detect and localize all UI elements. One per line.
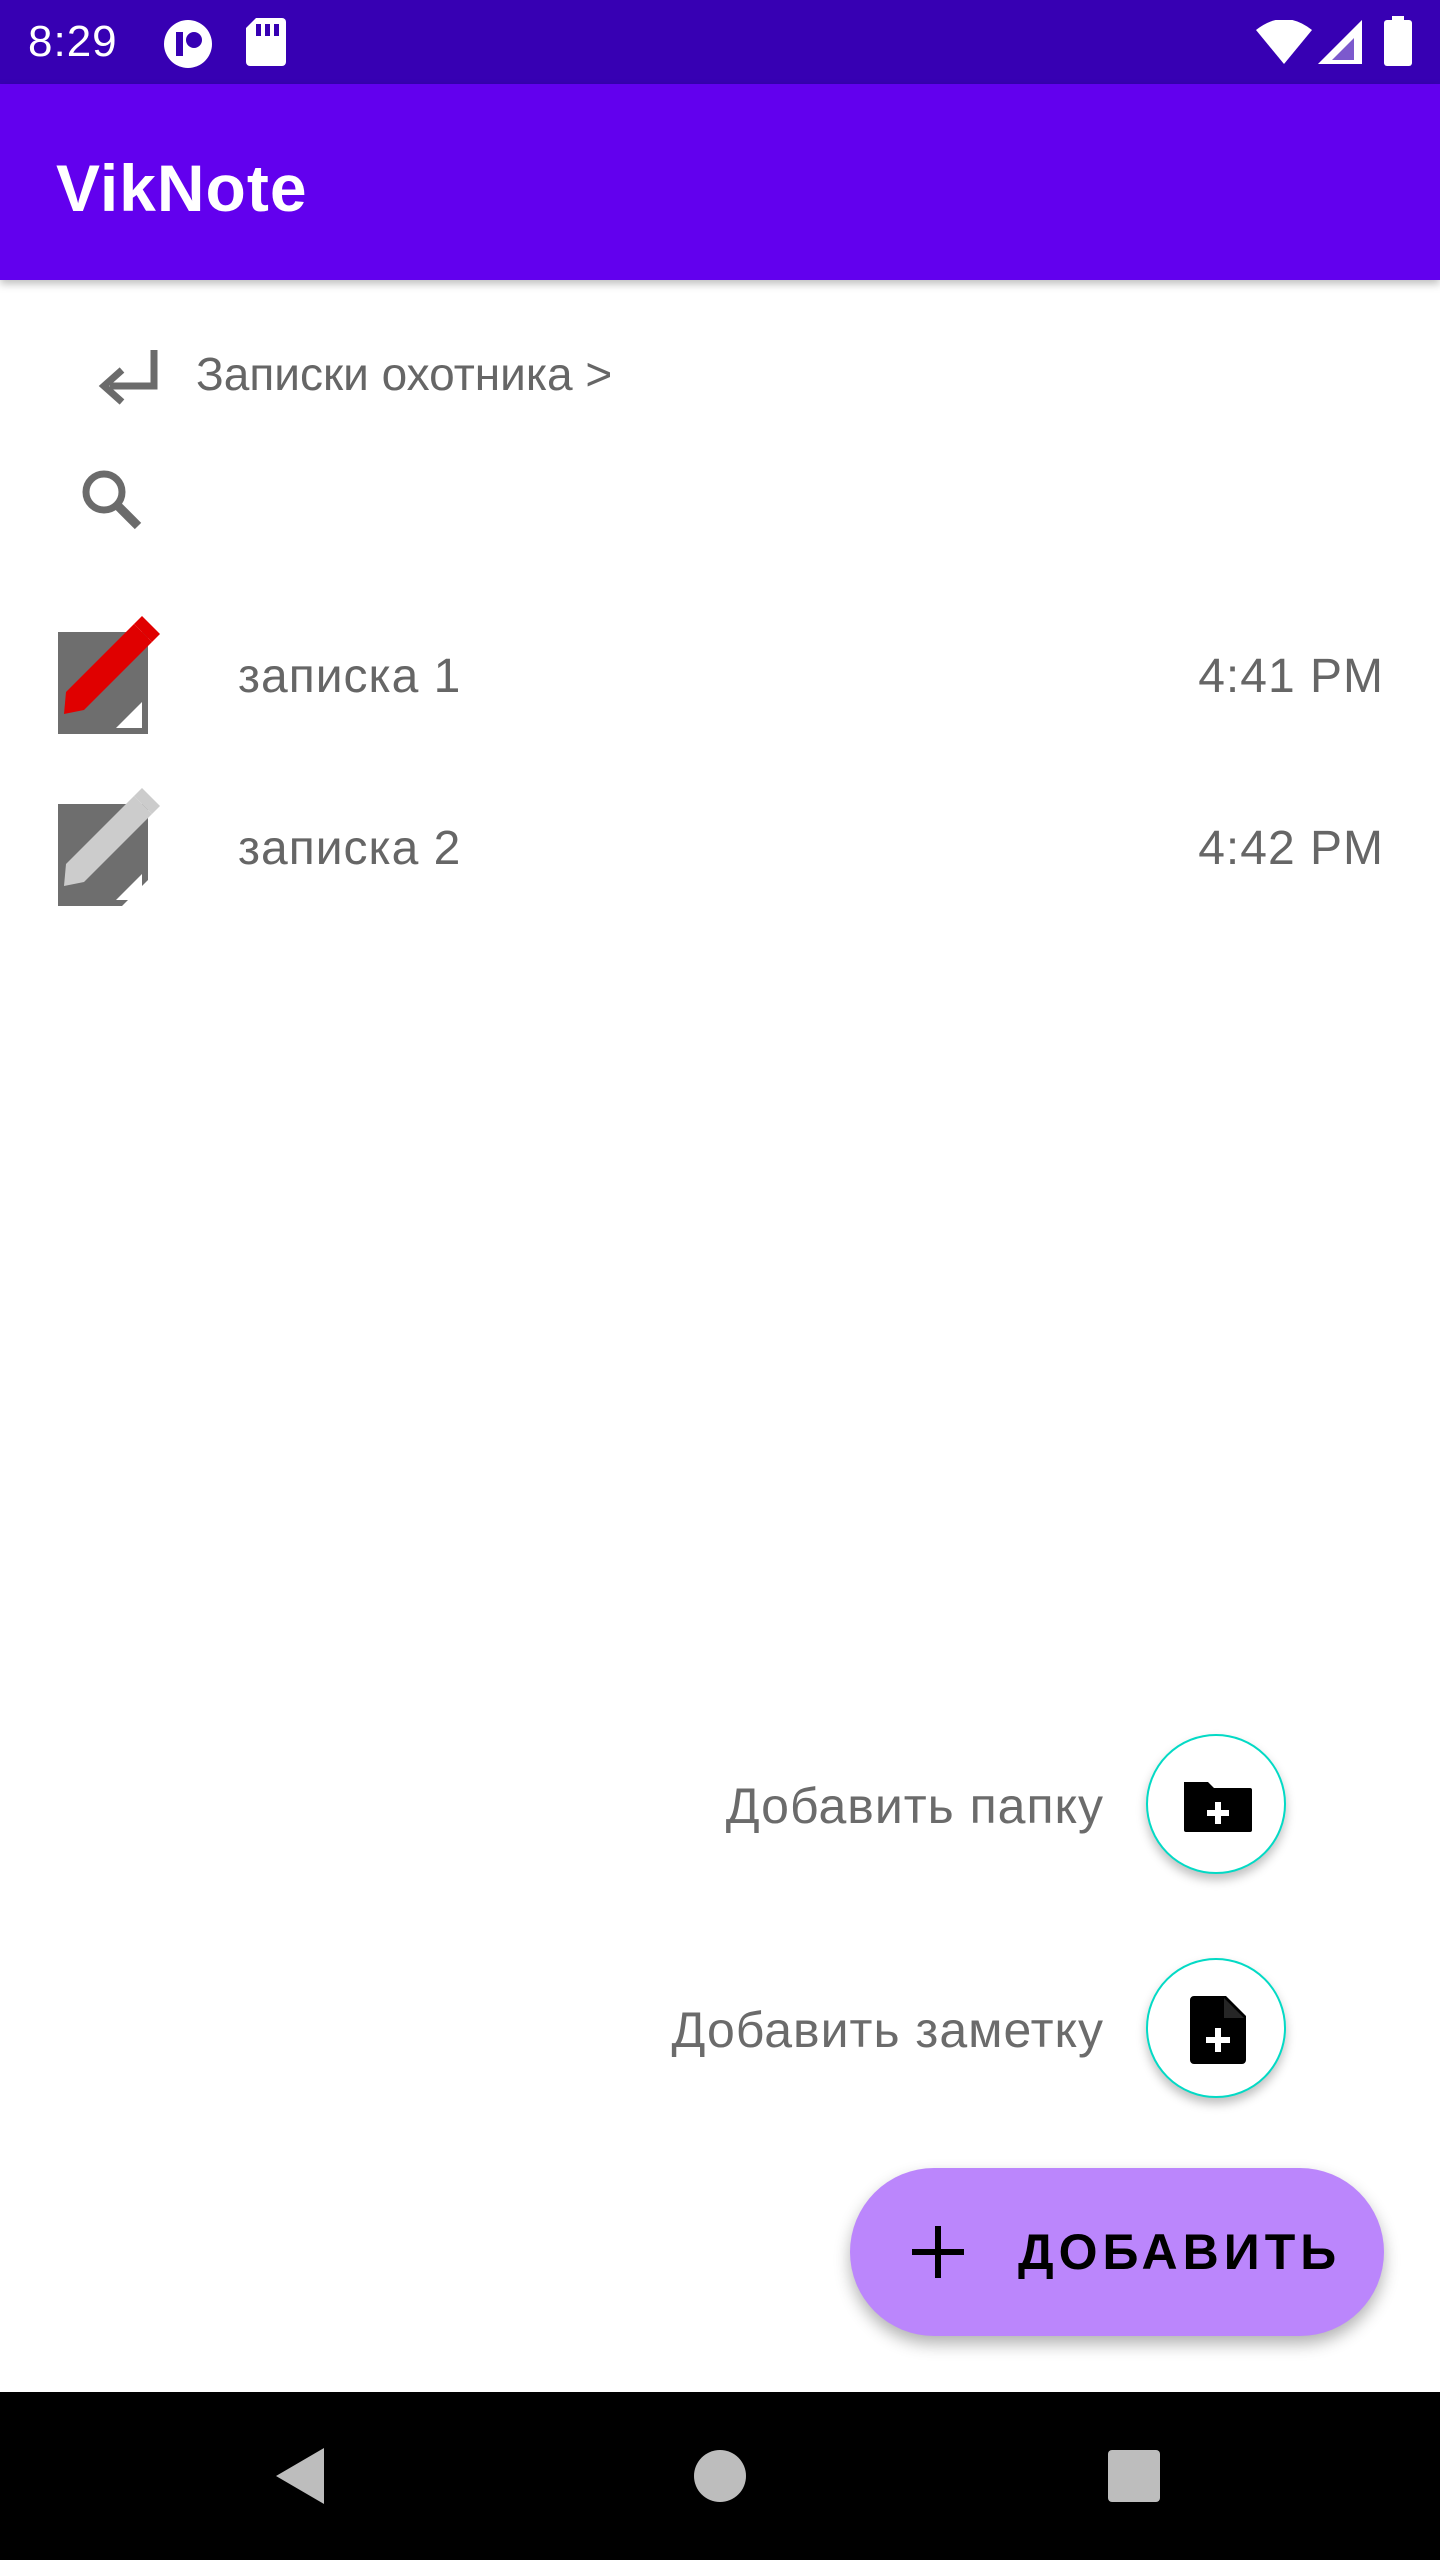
battery-icon	[1384, 16, 1412, 71]
back-up-button[interactable]	[88, 340, 168, 420]
record-icon	[162, 18, 214, 75]
add-note-label[interactable]: Добавить заметку	[672, 2000, 1104, 2060]
search-icon	[82, 470, 142, 530]
status-bar: 8:29	[0, 0, 1440, 84]
note-title: записка 1	[238, 650, 462, 703]
search-button[interactable]	[72, 460, 152, 540]
nav-home-button[interactable]	[680, 2436, 760, 2516]
plus-icon	[906, 2220, 970, 2289]
note-time: 4:41 PM	[1198, 650, 1384, 703]
note-list-item[interactable]: записка 2 4:42 PM	[0, 768, 1440, 928]
subdirectory-arrow-left-icon	[98, 350, 158, 405]
note-add-icon	[1190, 1996, 1246, 2064]
signal-icon	[1318, 20, 1362, 69]
note-edit-icon	[52, 788, 168, 912]
status-time: 8:29	[28, 17, 118, 66]
breadcrumb[interactable]: Записки охотника >	[196, 346, 612, 402]
back-triangle-icon	[276, 2448, 324, 2504]
note-edit-icon	[52, 616, 168, 740]
note-title: записка 2	[238, 822, 462, 875]
app-bar: VikNote	[0, 84, 1440, 280]
add-folder-button[interactable]	[1146, 1734, 1286, 1874]
app-title: VikNote	[56, 151, 308, 225]
create-new-folder-icon	[1184, 1782, 1252, 1832]
note-list-item[interactable]: записка 1 4:41 PM	[0, 596, 1440, 756]
note-time: 4:42 PM	[1198, 822, 1384, 875]
add-button[interactable]: ДОБАВИТЬ	[850, 2168, 1384, 2336]
wifi-icon	[1256, 19, 1312, 69]
nav-back-button[interactable]	[262, 2436, 342, 2516]
nav-recents-button[interactable]	[1094, 2436, 1174, 2516]
add-folder-label[interactable]: Добавить папку	[726, 1776, 1104, 1836]
sd-card-icon	[246, 18, 286, 71]
recents-square-icon	[1108, 2450, 1160, 2502]
add-button-label: ДОБАВИТЬ	[1018, 2224, 1342, 2280]
add-note-button[interactable]	[1146, 1958, 1286, 2098]
system-nav-bar	[0, 2392, 1440, 2560]
home-circle-icon	[694, 2450, 746, 2502]
